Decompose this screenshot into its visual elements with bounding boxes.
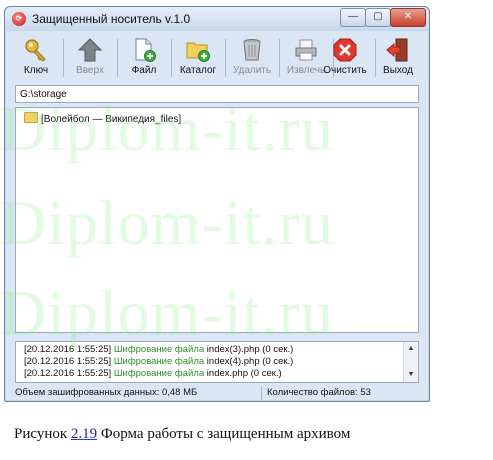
file-item-name: [Волейбол — Википедия_files] bbox=[41, 114, 182, 125]
status-bar: Объем зашифрованных данных: 0,48 МБ Коли… bbox=[11, 386, 423, 400]
log-time: [20.12.2016 1:55:25] bbox=[24, 344, 112, 355]
caption-text: Форма работы с защищенным архивом bbox=[100, 426, 351, 442]
figure-caption: Рисунок 2.19 Форма работы с защищенным а… bbox=[14, 426, 350, 443]
add-folder-button[interactable]: Каталог bbox=[173, 35, 223, 81]
caption-prefix: Рисунок bbox=[14, 426, 68, 442]
toolbar-separator bbox=[63, 39, 64, 77]
arrow-up-icon bbox=[77, 38, 103, 62]
log-line: [20.12.2016 1:55:25] Шифрование файла in… bbox=[24, 368, 282, 379]
add-file-button-label: Файл bbox=[131, 65, 157, 76]
log-time: [20.12.2016 1:55:25] bbox=[24, 356, 112, 367]
status-encrypted-volume: Объем зашифрованных данных: 0,48 МБ bbox=[15, 387, 198, 398]
toolbar-separator bbox=[171, 39, 172, 77]
log-scrollbar[interactable]: ▲ ▼ bbox=[403, 342, 418, 382]
log-time: [20.12.2016 1:55:25] bbox=[24, 368, 112, 379]
toolbar-separator bbox=[279, 39, 280, 77]
log-panel[interactable]: [20.12.2016 1:55:25] Шифрование файла in… bbox=[15, 341, 419, 383]
extract-printer-icon bbox=[295, 39, 317, 61]
scroll-down-icon[interactable]: ▼ bbox=[404, 370, 418, 380]
delete-button[interactable]: Удалить bbox=[227, 35, 277, 81]
delete-button-label: Удалить bbox=[232, 65, 272, 76]
add-file-icon bbox=[135, 38, 156, 62]
caption-number: 2.19 bbox=[70, 426, 98, 442]
clear-button-label: Очистить bbox=[323, 65, 367, 76]
file-list[interactable]: [Волейбол — Википедия_files] bbox=[15, 107, 419, 333]
exit-icon bbox=[386, 38, 408, 62]
toolbar-separator bbox=[225, 39, 226, 77]
list-item[interactable]: [Волейбол — Википедия_files] bbox=[24, 112, 181, 126]
log-action: Шифрование файла bbox=[113, 368, 205, 379]
log-line: [20.12.2016 1:55:25] Шифрование файла in… bbox=[24, 344, 293, 355]
log-line: [20.12.2016 1:55:25] Шифрование файла in… bbox=[24, 356, 293, 367]
toolbar-separator bbox=[117, 39, 118, 77]
exit-button[interactable]: Выход bbox=[373, 35, 423, 81]
toolbar: Ключ Вверх Файл Каталог Удалить Извлечь … bbox=[11, 35, 423, 81]
app-window: ⟳ Защищенный носитель v.1.0 — ▢ ✕ Ключ В… bbox=[4, 6, 430, 402]
log-file: index.php (0 сек.) bbox=[206, 368, 282, 379]
add-folder-button-label: Каталог bbox=[179, 65, 217, 76]
log-file: index(3).php (0 сек.) bbox=[206, 344, 294, 355]
clear-button[interactable]: Очистить bbox=[317, 35, 373, 81]
add-file-button[interactable]: Файл bbox=[119, 35, 169, 81]
up-button[interactable]: Вверх bbox=[65, 35, 115, 81]
log-action: Шифрование файла bbox=[113, 344, 205, 355]
key-button[interactable]: Ключ bbox=[11, 35, 61, 81]
status-separator bbox=[261, 386, 262, 400]
key-button-label: Ключ bbox=[23, 65, 49, 76]
trash-icon bbox=[243, 39, 261, 61]
path-field[interactable]: G:\storage bbox=[15, 85, 419, 103]
folder-icon bbox=[24, 112, 38, 123]
exit-button-label: Выход bbox=[383, 65, 413, 76]
add-folder-icon bbox=[186, 42, 210, 62]
scroll-up-icon[interactable]: ▲ bbox=[404, 344, 418, 354]
window-title: Защищенный носитель v.1.0 bbox=[32, 12, 191, 26]
log-action: Шифрование файла bbox=[113, 356, 205, 367]
app-icon[interactable]: ⟳ bbox=[12, 12, 26, 26]
maximize-button[interactable]: ▢ bbox=[365, 8, 391, 27]
status-file-count: Количество файлов: 53 bbox=[267, 387, 371, 398]
clear-icon bbox=[333, 38, 357, 62]
minimize-button[interactable]: — bbox=[340, 8, 366, 27]
up-button-label: Вверх bbox=[76, 65, 104, 76]
title-bar[interactable]: ⟳ Защищенный носитель v.1.0 — ▢ ✕ bbox=[5, 7, 429, 31]
log-file: index(4).php (0 сек.) bbox=[206, 356, 294, 367]
close-button[interactable]: ✕ bbox=[390, 8, 426, 27]
key-icon bbox=[25, 39, 46, 62]
